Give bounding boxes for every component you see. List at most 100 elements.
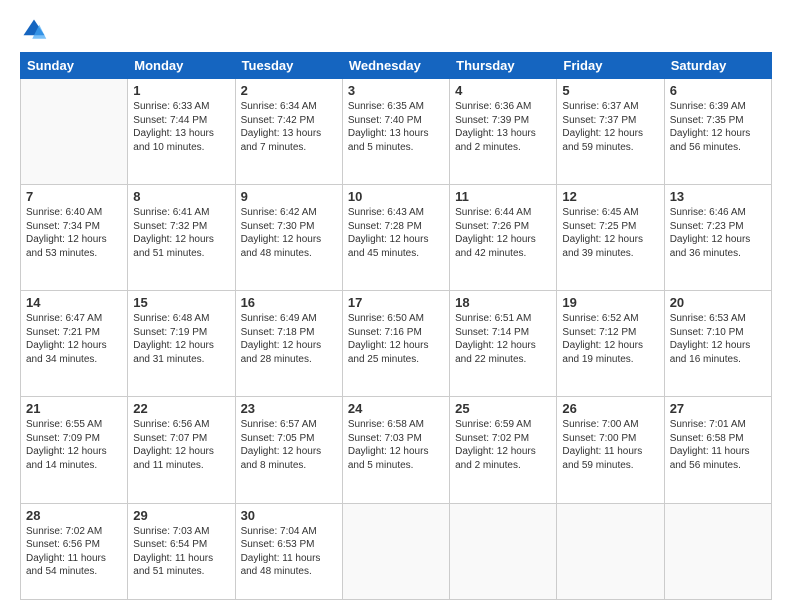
calendar-cell: 17 Sunrise: 6:50 AM Sunset: 7:16 PM Dayli… <box>342 291 449 397</box>
day-info: Sunrise: 6:53 AM Sunset: 7:10 PM Dayligh… <box>670 312 766 366</box>
day-info: Sunrise: 6:39 AM Sunset: 7:35 PM Dayligh… <box>670 100 766 154</box>
calendar-cell: 26 Sunrise: 7:00 AM Sunset: 7:00 PM Dayli… <box>557 397 664 503</box>
day-number: 11 <box>455 189 551 204</box>
week-row-5: 28Sunrise: 7:02 AM Sunset: 6:56 PM Dayli… <box>21 503 772 600</box>
day-number: 8 <box>133 189 229 204</box>
weekday-header-monday: Monday <box>128 53 235 79</box>
calendar-cell <box>557 503 664 600</box>
calendar-cell: 10Sunrise: 6:43 AM Sunset: 7:28 PM Dayli… <box>342 185 449 291</box>
day-number: 24 <box>348 401 444 416</box>
weekday-header-friday: Friday <box>557 53 664 79</box>
logo-icon <box>20 16 48 44</box>
calendar-cell: 9Sunrise: 6:42 AM Sunset: 7:30 PM Daylig… <box>235 185 342 291</box>
day-info: Sunrise: 6:41 AM Sunset: 7:32 PM Dayligh… <box>133 206 229 260</box>
week-row-3: 14Sunrise: 6:47 AM Sunset: 7:21 PM Dayli… <box>21 291 772 397</box>
day-number: 15 <box>133 295 229 310</box>
day-number: 22 <box>133 401 229 416</box>
week-row-4: 21Sunrise: 6:55 AM Sunset: 7:09 PM Dayli… <box>21 397 772 503</box>
day-number: 5 <box>562 83 658 98</box>
day-number: 3 <box>348 83 444 98</box>
calendar-cell: 2 Sunrise: 6:34 AM Sunset: 7:42 PM Daylig… <box>235 79 342 185</box>
day-number: 4 <box>455 83 551 98</box>
calendar-cell: 22 Sunrise: 6:56 AM Sunset: 7:07 PM Dayli… <box>128 397 235 503</box>
calendar-cell: 12 Sunrise: 6:45 AM Sunset: 7:25 PM Dayli… <box>557 185 664 291</box>
weekday-header-thursday: Thursday <box>450 53 557 79</box>
calendar-table: SundayMondayTuesdayWednesdayThursdayFrid… <box>20 52 772 600</box>
day-info: Sunrise: 6:52 AM Sunset: 7:12 PM Dayligh… <box>562 312 658 366</box>
day-number: 30 <box>241 508 337 523</box>
day-info: Sunrise: 6:40 AM Sunset: 7:34 PM Dayligh… <box>26 206 122 260</box>
calendar-cell <box>342 503 449 600</box>
day-number: 26 <box>562 401 658 416</box>
day-info: Sunrise: 6:56 AM Sunset: 7:07 PM Dayligh… <box>133 418 229 472</box>
calendar-cell: 30 Sunrise: 7:04 AM Sunset: 6:53 PM Dayli… <box>235 503 342 600</box>
day-info: Sunrise: 6:35 AM Sunset: 7:40 PM Dayligh… <box>348 100 444 154</box>
day-info: Sunrise: 7:03 AM Sunset: 6:54 PM Dayligh… <box>133 525 229 579</box>
week-row-2: 7 Sunrise: 6:40 AM Sunset: 7:34 PM Daylig… <box>21 185 772 291</box>
day-number: 7 <box>26 189 122 204</box>
day-number: 2 <box>241 83 337 98</box>
day-info: Sunrise: 6:55 AM Sunset: 7:09 PM Dayligh… <box>26 418 122 472</box>
weekday-header-tuesday: Tuesday <box>235 53 342 79</box>
day-info: Sunrise: 6:42 AM Sunset: 7:30 PM Dayligh… <box>241 206 337 260</box>
calendar-cell: 7 Sunrise: 6:40 AM Sunset: 7:34 PM Daylig… <box>21 185 128 291</box>
day-info: Sunrise: 7:04 AM Sunset: 6:53 PM Dayligh… <box>241 525 337 579</box>
day-info: Sunrise: 7:01 AM Sunset: 6:58 PM Dayligh… <box>670 418 766 472</box>
calendar-cell: 14Sunrise: 6:47 AM Sunset: 7:21 PM Dayli… <box>21 291 128 397</box>
day-info: Sunrise: 6:46 AM Sunset: 7:23 PM Dayligh… <box>670 206 766 260</box>
page: SundayMondayTuesdayWednesdayThursdayFrid… <box>0 0 792 612</box>
calendar-cell: 23 Sunrise: 6:57 AM Sunset: 7:05 PM Dayli… <box>235 397 342 503</box>
day-number: 17 <box>348 295 444 310</box>
day-info: Sunrise: 6:49 AM Sunset: 7:18 PM Dayligh… <box>241 312 337 366</box>
day-info: Sunrise: 6:45 AM Sunset: 7:25 PM Dayligh… <box>562 206 658 260</box>
calendar-cell: 27 Sunrise: 7:01 AM Sunset: 6:58 PM Dayli… <box>664 397 771 503</box>
calendar-cell: 3 Sunrise: 6:35 AM Sunset: 7:40 PM Daylig… <box>342 79 449 185</box>
day-info: Sunrise: 6:59 AM Sunset: 7:02 PM Dayligh… <box>455 418 551 472</box>
calendar-cell: 28Sunrise: 7:02 AM Sunset: 6:56 PM Dayli… <box>21 503 128 600</box>
calendar-cell: 8 Sunrise: 6:41 AM Sunset: 7:32 PM Daylig… <box>128 185 235 291</box>
day-info: Sunrise: 6:51 AM Sunset: 7:14 PM Dayligh… <box>455 312 551 366</box>
calendar-cell: 13Sunrise: 6:46 AM Sunset: 7:23 PM Dayli… <box>664 185 771 291</box>
day-info: Sunrise: 6:37 AM Sunset: 7:37 PM Dayligh… <box>562 100 658 154</box>
weekday-header-saturday: Saturday <box>664 53 771 79</box>
day-number: 10 <box>348 189 444 204</box>
day-number: 27 <box>670 401 766 416</box>
day-number: 23 <box>241 401 337 416</box>
day-number: 18 <box>455 295 551 310</box>
calendar-cell: 5 Sunrise: 6:37 AM Sunset: 7:37 PM Daylig… <box>557 79 664 185</box>
day-info: Sunrise: 7:02 AM Sunset: 6:56 PM Dayligh… <box>26 525 122 579</box>
calendar-cell: 25 Sunrise: 6:59 AM Sunset: 7:02 PM Dayli… <box>450 397 557 503</box>
day-info: Sunrise: 6:33 AM Sunset: 7:44 PM Dayligh… <box>133 100 229 154</box>
day-number: 19 <box>562 295 658 310</box>
day-info: Sunrise: 6:50 AM Sunset: 7:16 PM Dayligh… <box>348 312 444 366</box>
day-info: Sunrise: 7:00 AM Sunset: 7:00 PM Dayligh… <box>562 418 658 472</box>
day-info: Sunrise: 6:44 AM Sunset: 7:26 PM Dayligh… <box>455 206 551 260</box>
day-info: Sunrise: 6:34 AM Sunset: 7:42 PM Dayligh… <box>241 100 337 154</box>
calendar-cell: 20 Sunrise: 6:53 AM Sunset: 7:10 PM Dayli… <box>664 291 771 397</box>
week-row-1: 1 Sunrise: 6:33 AM Sunset: 7:44 PM Daylig… <box>21 79 772 185</box>
calendar-cell: 21Sunrise: 6:55 AM Sunset: 7:09 PM Dayli… <box>21 397 128 503</box>
weekday-header-row: SundayMondayTuesdayWednesdayThursdayFrid… <box>21 53 772 79</box>
calendar-cell: 4Sunrise: 6:36 AM Sunset: 7:39 PM Daylig… <box>450 79 557 185</box>
day-info: Sunrise: 6:58 AM Sunset: 7:03 PM Dayligh… <box>348 418 444 472</box>
day-number: 1 <box>133 83 229 98</box>
calendar-cell: 16Sunrise: 6:49 AM Sunset: 7:18 PM Dayli… <box>235 291 342 397</box>
calendar-cell <box>450 503 557 600</box>
calendar-cell: 6 Sunrise: 6:39 AM Sunset: 7:35 PM Daylig… <box>664 79 771 185</box>
logo <box>20 16 52 44</box>
day-number: 12 <box>562 189 658 204</box>
calendar-cell <box>664 503 771 600</box>
calendar-cell: 29 Sunrise: 7:03 AM Sunset: 6:54 PM Dayli… <box>128 503 235 600</box>
day-number: 29 <box>133 508 229 523</box>
calendar-cell: 19 Sunrise: 6:52 AM Sunset: 7:12 PM Dayli… <box>557 291 664 397</box>
header <box>20 16 772 44</box>
calendar-cell: 15 Sunrise: 6:48 AM Sunset: 7:19 PM Dayli… <box>128 291 235 397</box>
day-info: Sunrise: 6:57 AM Sunset: 7:05 PM Dayligh… <box>241 418 337 472</box>
day-info: Sunrise: 6:47 AM Sunset: 7:21 PM Dayligh… <box>26 312 122 366</box>
weekday-header-wednesday: Wednesday <box>342 53 449 79</box>
day-info: Sunrise: 6:48 AM Sunset: 7:19 PM Dayligh… <box>133 312 229 366</box>
day-number: 6 <box>670 83 766 98</box>
calendar-cell: 24 Sunrise: 6:58 AM Sunset: 7:03 PM Dayli… <box>342 397 449 503</box>
day-number: 25 <box>455 401 551 416</box>
day-number: 20 <box>670 295 766 310</box>
